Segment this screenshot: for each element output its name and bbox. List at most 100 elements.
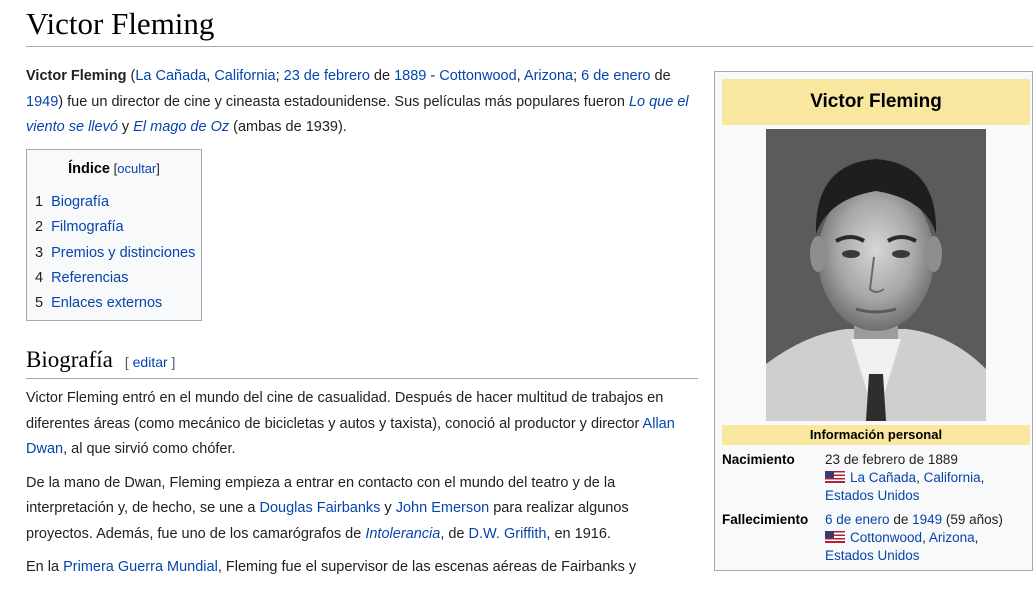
paragraph: De la mano de Dwan, Fleming empieza a en… (26, 471, 698, 548)
text: , (922, 530, 929, 545)
link-birth-date[interactable]: 23 de febrero (284, 68, 370, 84)
paragraph: En la Primera Guerra Mundial, Fleming fu… (26, 555, 698, 581)
section-edit: [ editar ] (125, 354, 176, 370)
text: , (974, 530, 979, 545)
portrait-photo[interactable] (766, 129, 986, 421)
toc-link[interactable]: Referencias (51, 270, 128, 286)
text: ) fue un director de cine y cineasta est… (58, 93, 629, 110)
text: (59 años) (942, 512, 1003, 527)
link-california[interactable]: California (924, 470, 981, 485)
toc-number: 3 (35, 244, 44, 261)
link-cottonwood[interactable]: Cottonwood (439, 68, 516, 84)
intro-name: Victor Fleming (26, 68, 127, 84)
link-estados-unidos[interactable]: Estados Unidos (825, 488, 920, 503)
section-title: Biografía (26, 347, 113, 372)
toc-list: 1 Biografía 2 Filmografía 3 Premios y disti… (27, 190, 201, 316)
toc-item-biografia[interactable]: 1 Biografía (35, 190, 201, 215)
toc-link[interactable]: Biografía (51, 194, 109, 210)
text: ; (573, 68, 582, 84)
death-country: Estados Unidos (825, 547, 1030, 565)
text: ( (126, 68, 136, 84)
portrait-illustration (766, 129, 986, 421)
infobox: Victor Fleming Información personal Naci… (714, 71, 1033, 571)
toc-number: 5 (35, 295, 44, 312)
toc-hide-toggle[interactable]: ocultar (117, 161, 156, 176)
toc-link[interactable]: Enlaces externos (51, 295, 162, 311)
text: , Fleming fue el supervisor de las escen… (217, 559, 637, 575)
link-birth-year[interactable]: 1889 (394, 68, 426, 84)
text: (ambas de 1939). (229, 119, 347, 135)
link-arizona[interactable]: Arizona (524, 68, 573, 84)
page-title: Victor Fleming (26, 6, 215, 41)
death-date: 6 de enero de 1949 (59 años) (825, 511, 1030, 529)
text: , (516, 68, 524, 84)
title-divider (26, 46, 1033, 47)
intro-section: Victor Fleming (La Cañada, California; 2… (26, 64, 698, 149)
link-estados-unidos[interactable]: Estados Unidos (825, 548, 920, 563)
toc-number: 4 (35, 269, 44, 286)
row-value: 23 de febrero de 1889 La Cañada, Califor… (825, 451, 1030, 505)
text: de (889, 512, 913, 527)
toc-item-filmografia[interactable]: 2 Filmografía (35, 215, 201, 240)
us-flag-icon (825, 531, 845, 543)
biografia-body: Victor Fleming entró en el mundo del cin… (26, 386, 698, 589)
link-dw-griffith[interactable]: D.W. Griffith (469, 526, 547, 542)
edit-link[interactable]: editar (133, 354, 168, 370)
text: de (650, 68, 671, 84)
text: y (380, 500, 396, 516)
link-douglas-fairbanks[interactable]: Douglas Fairbanks (260, 500, 381, 516)
row-label: Nacimiento (722, 452, 795, 467)
intro-paragraph: Victor Fleming (La Cañada, California; 2… (26, 64, 698, 141)
link-death-year[interactable]: 1949 (26, 94, 58, 110)
text: de (369, 68, 395, 84)
link-film-wizard-of-oz[interactable]: El mago de Oz (133, 119, 229, 135)
infobox-title: Victor Fleming (722, 79, 1030, 125)
link-primera-guerra-mundial[interactable]: Primera Guerra Mundial (63, 559, 218, 575)
birth-country: Estados Unidos (825, 487, 1030, 505)
text: ] (156, 161, 160, 176)
text: [ (124, 354, 133, 370)
toc-title: Índice (68, 161, 110, 177)
row-value: 6 de enero de 1949 (59 años) Cottonwood,… (825, 511, 1030, 565)
film-title: El mago de Oz (133, 119, 230, 135)
text: , (980, 470, 985, 485)
toc-item-premios[interactable]: 3 Premios y distinciones (35, 241, 201, 266)
infobox-subheader: Información personal (722, 425, 1030, 445)
link-la-canada[interactable]: La Cañada (135, 68, 206, 84)
text: ; (275, 68, 284, 84)
text: - (426, 68, 440, 84)
toc-header: Índice [ocultar] (27, 160, 201, 178)
text: , al que sirvió como chófer. (63, 441, 236, 457)
link-arizona[interactable]: Arizona (929, 530, 975, 545)
toc-item-referencias[interactable]: 4 Referencias (35, 266, 201, 291)
link-death-year[interactable]: 1949 (912, 512, 942, 527)
text: ] (167, 354, 176, 370)
toc-link[interactable]: Filmografía (51, 219, 124, 235)
paragraph: Victor Fleming entró en el mundo del cin… (26, 386, 698, 463)
text: En la (26, 559, 64, 575)
link-la-canada[interactable]: La Cañada (850, 470, 916, 485)
birth-date: 23 de febrero de 1889 (825, 452, 958, 467)
link-death-date[interactable]: 6 de enero (825, 512, 890, 527)
text: , (916, 470, 924, 485)
toc-item-enlaces[interactable]: 5 Enlaces externos (35, 291, 201, 316)
link-cottonwood[interactable]: Cottonwood (850, 530, 922, 545)
birth-place: La Cañada, California, (825, 469, 1030, 487)
text: , en 1916. (546, 525, 611, 542)
text: , de (440, 525, 469, 542)
link-intolerancia[interactable]: Intolerancia (365, 526, 440, 542)
infobox-row-birth: Nacimiento 23 de febrero de 1889 La Caña… (722, 451, 1030, 507)
link-california[interactable]: California (214, 68, 275, 84)
row-label: Fallecimiento (722, 512, 809, 527)
toc-number: 1 (35, 194, 44, 210)
infobox-row-death: Fallecimiento 6 de enero de 1949 (59 año… (722, 511, 1030, 567)
text: Victor Fleming entró en el mundo del cin… (26, 390, 664, 432)
film-title: Intolerancia (365, 525, 441, 542)
text: y (117, 119, 134, 135)
link-death-date[interactable]: 6 de enero (581, 68, 650, 84)
toc-link[interactable]: Premios y distinciones (51, 245, 195, 261)
link-john-emerson[interactable]: John Emerson (396, 500, 490, 516)
table-of-contents: Índice [ocultar] 1 Biografía 2 Filmografía… (26, 149, 202, 321)
toc-number: 2 (35, 219, 44, 236)
section-heading-biografia: Biografía [ editar ] (26, 347, 698, 379)
